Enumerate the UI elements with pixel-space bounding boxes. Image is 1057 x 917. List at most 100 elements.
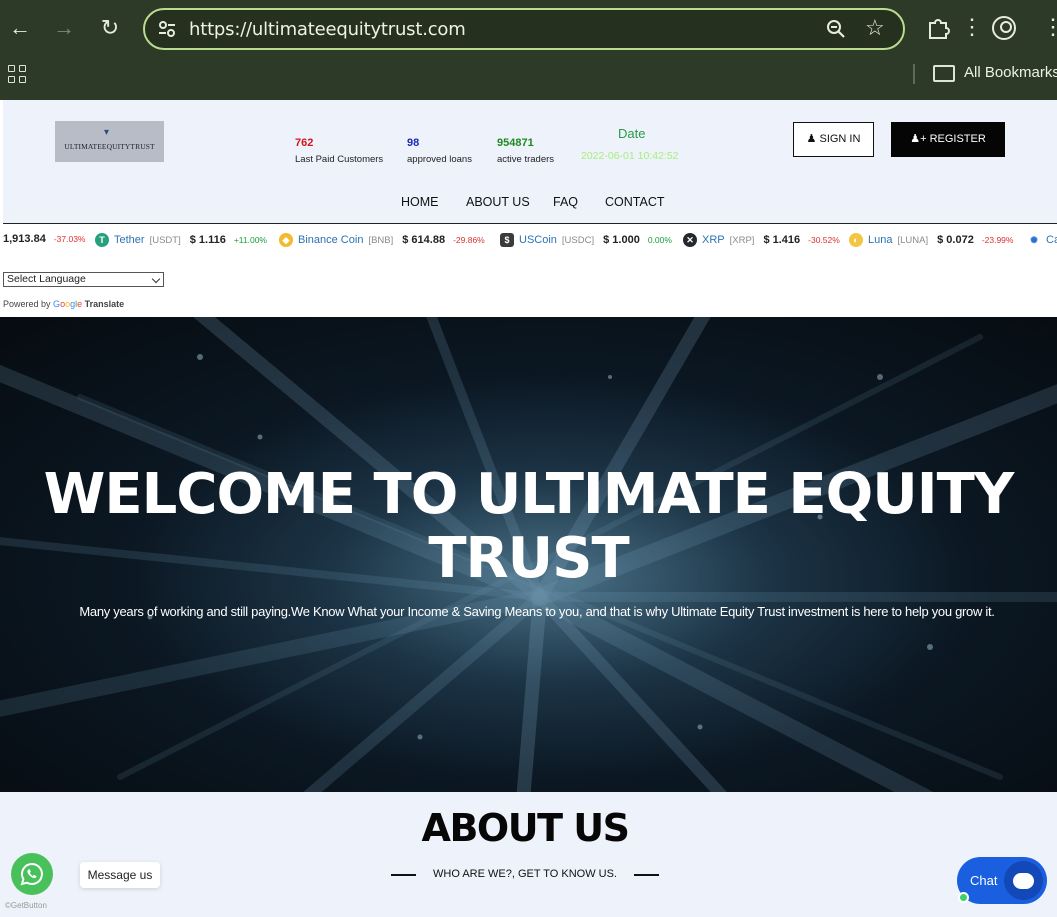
extensions-icon[interactable] xyxy=(925,15,951,41)
apps-grid-icon[interactable] xyxy=(8,65,26,83)
about-subtitle: WHO ARE WE?, GET TO KNOW US. xyxy=(433,868,617,880)
ticker-item[interactable]: ✺ Ca xyxy=(1027,233,1057,247)
stat-label: approved loans xyxy=(407,154,472,165)
ticker-price: 1,913.84 xyxy=(3,233,46,245)
profile-icon[interactable] xyxy=(992,16,1016,40)
browser-chrome: ← → ↻ https://ultimateequitytrust.com ☆ … xyxy=(0,0,1057,100)
tether-icon: T xyxy=(95,233,109,247)
stat-label: active traders xyxy=(497,154,555,165)
ticker-item[interactable]: 1,913.84 -37.03% xyxy=(3,233,86,245)
message-us-tooltip[interactable]: Message us xyxy=(80,862,160,888)
site-header: ▾ ULTIMATEEQUITYTRUST 762 Last Paid Cust… xyxy=(3,100,1057,224)
chat-label: Chat xyxy=(970,873,998,888)
back-arrow-icon[interactable]: ← xyxy=(6,14,34,42)
ticker-change: -37.03% xyxy=(53,234,86,244)
ticker-symbol: [USDC] xyxy=(561,234,595,246)
ticker-price: $ 614.88 xyxy=(402,234,446,246)
ticker-price: $ 1.116 xyxy=(189,234,226,246)
address-bar[interactable]: https://ultimateequitytrust.com ☆ xyxy=(143,8,905,50)
ticker-item[interactable]: T Tether [USDT] $ 1.116 +11.00% xyxy=(95,233,267,247)
ticker-symbol: [XRP] xyxy=(729,234,755,246)
stat-value: 98 xyxy=(407,137,420,149)
ticker-price: $ 0.072 xyxy=(937,234,974,246)
translate-label[interactable]: Translate xyxy=(85,299,125,309)
ticker-name: XRP xyxy=(702,234,725,246)
url-text[interactable]: https://ultimateequitytrust.com xyxy=(189,19,466,40)
stat-paid-customers: 762 Last Paid Customers xyxy=(295,137,383,165)
ticker-symbol: [BNB] xyxy=(368,234,394,246)
logo-text: ULTIMATEEQUITYTRUST xyxy=(64,142,155,151)
ticker-change: -30.52% xyxy=(808,235,840,245)
all-bookmarks-label[interactable]: All Bookmarks xyxy=(964,64,1057,81)
bookmarks-separator xyxy=(913,64,915,84)
ticker-change: -29.86% xyxy=(453,235,485,245)
ticker-change: -23.99% xyxy=(981,235,1014,245)
about-title: ABOUT US xyxy=(421,806,630,850)
chevron-down-icon xyxy=(151,274,161,284)
ticker-name: USCoin xyxy=(519,234,557,246)
ticker-change: 0.00% xyxy=(647,235,672,245)
ticker-name: Luna xyxy=(868,234,893,246)
reload-icon[interactable]: ↻ xyxy=(96,14,124,42)
sign-in-label: SIGN IN xyxy=(819,133,861,145)
luna-icon: ◐ xyxy=(849,233,863,247)
language-select-value: Select Language xyxy=(7,273,86,285)
site-logo[interactable]: ▾ ULTIMATEEQUITYTRUST xyxy=(55,121,164,162)
date-label: Date xyxy=(618,126,646,141)
date-value: 2022-06-01 10:42:52 xyxy=(581,150,679,162)
nav-about-us[interactable]: ABOUT US xyxy=(466,195,530,209)
stat-label: Last Paid Customers xyxy=(295,154,384,165)
getbutton-label: GetButton xyxy=(10,901,47,910)
divider-dots-icon: ⋮ xyxy=(961,14,983,39)
powered-by-google-translate: Powered by Google Translate xyxy=(3,299,124,309)
whatsapp-button[interactable] xyxy=(11,853,53,895)
nav-faq[interactable]: FAQ xyxy=(553,195,578,209)
folder-icon[interactable] xyxy=(933,65,955,82)
nav-contact[interactable]: CONTACT xyxy=(605,195,665,209)
ticker-item[interactable]: ◐ Luna [LUNA] $ 0.072 -23.99% xyxy=(849,233,1013,247)
more-menu-icon[interactable]: ⋮ xyxy=(1042,14,1057,40)
google-logo[interactable]: Google xyxy=(53,299,85,309)
stat-active-traders: 954871 active traders xyxy=(497,137,554,165)
zoom-icon[interactable] xyxy=(825,18,847,40)
ticker-change: +11.00% xyxy=(233,235,267,245)
binance-icon: ◆ xyxy=(279,233,293,247)
online-status-dot xyxy=(958,892,969,903)
ticker-price: $ 1.416 xyxy=(763,234,801,246)
bookmark-star-icon[interactable]: ☆ xyxy=(865,15,885,41)
sign-in-button[interactable]: ♟ SIGN IN xyxy=(793,122,874,157)
chat-bubble-icon xyxy=(1004,861,1043,900)
chat-button[interactable]: Chat xyxy=(957,857,1047,904)
site-settings-icon[interactable] xyxy=(157,19,177,39)
ticker-item[interactable]: $ USCoin [USDC] $ 1.000 0.00% xyxy=(500,233,672,247)
ticker-symbol: [USDT] xyxy=(149,234,181,246)
user-plus-icon: ♟+ xyxy=(910,133,927,145)
about-section: ABOUT US WHO ARE WE?, GET TO KNOW US. xyxy=(0,792,1057,917)
forward-arrow-icon[interactable]: → xyxy=(50,14,78,42)
ticker-name: Binance Coin xyxy=(298,234,364,246)
date-block: Date 2022-06-01 10:42:52 xyxy=(581,126,679,162)
register-label: REGISTER xyxy=(929,133,986,145)
ticker-item[interactable]: ✕ XRP [XRP] $ 1.416 -30.52% xyxy=(683,233,840,247)
hero-subtitle: Many years of working and still paying.W… xyxy=(79,604,995,619)
register-button[interactable]: ♟+ REGISTER xyxy=(891,122,1005,157)
xrp-icon: ✕ xyxy=(683,233,697,247)
stat-approved-loans: 98 approved loans xyxy=(407,137,472,165)
ticker-price: $ 1.000 xyxy=(603,234,640,246)
nav-home[interactable]: HOME xyxy=(401,195,439,209)
getbutton-credit[interactable]: ©GetButton xyxy=(5,901,47,910)
stat-value: 954871 xyxy=(497,137,534,149)
whatsapp-icon xyxy=(20,862,43,886)
language-select[interactable]: Select Language xyxy=(3,272,164,287)
cardano-icon: ✺ xyxy=(1027,233,1041,247)
ticker-symbol: [LUNA] xyxy=(897,234,929,246)
user-icon: ♟ xyxy=(806,133,817,145)
divider-line-left xyxy=(391,874,416,876)
usdc-icon: $ xyxy=(500,233,514,247)
hero-title: WELCOME TO ULTIMATE EQUITY TRUST xyxy=(43,462,1015,591)
ticker-name: Tether xyxy=(114,234,145,246)
logo-mark-icon: ▾ xyxy=(104,127,110,138)
ticker-item[interactable]: ◆ Binance Coin [BNB] $ 614.88 -29.86% xyxy=(279,233,485,247)
ticker-name: Ca xyxy=(1046,234,1057,246)
hero-section: WELCOME TO ULTIMATE EQUITY TRUST Many ye… xyxy=(0,317,1057,792)
